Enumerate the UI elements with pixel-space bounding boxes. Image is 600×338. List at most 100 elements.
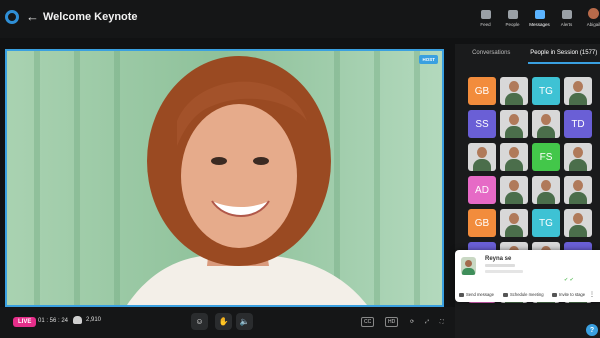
speaker-video xyxy=(7,51,442,305)
top-nav: Feed People Messages Alerts Abigail xyxy=(472,8,600,32)
nav-feed[interactable]: Feed xyxy=(472,8,499,32)
nav-alerts[interactable]: Alerts xyxy=(553,8,580,32)
avatar-body xyxy=(569,192,587,204)
page-title: Welcome Keynote xyxy=(43,11,138,23)
invite-to-stage-button[interactable]: Invite to stage xyxy=(552,292,585,297)
status-check-icons: ✔ ✔ xyxy=(564,277,574,283)
tab-conversations[interactable]: Conversations xyxy=(455,44,528,64)
attendee-initials-tile[interactable]: TG xyxy=(532,209,560,237)
avatar-head xyxy=(509,180,519,191)
attendee-photo-tile[interactable] xyxy=(564,209,592,237)
more-options-icon[interactable]: ⋮ xyxy=(589,291,595,298)
top-bar: ← Welcome Keynote Feed People Messages Aler… xyxy=(0,0,600,38)
attendee-card: Reyna se ✔ ✔ Send message Schedule meeti… xyxy=(455,250,600,302)
attendee-avatar xyxy=(461,257,476,275)
bottom-bar: LIVE 01 : 56 : 24 2,910 ☺ ✋ 🔈 CC HD ⟳ ⤢ … xyxy=(0,307,455,338)
schedule-meeting-label: Schedule meeting xyxy=(510,292,544,297)
video-stage[interactable]: HOST xyxy=(5,49,444,307)
attendee-photo-tile[interactable] xyxy=(500,209,528,237)
feed-icon xyxy=(480,10,491,19)
nav-label: Alerts xyxy=(560,22,573,27)
attendee-initials-tile[interactable]: AD xyxy=(468,176,496,204)
people-icon xyxy=(73,316,82,324)
attendee-photo-tile[interactable] xyxy=(532,176,560,204)
invite-to-stage-label: Invite to stage xyxy=(559,292,586,297)
avatar-icon xyxy=(588,8,599,19)
avatar-body xyxy=(505,93,523,105)
attendee-initials-tile[interactable]: GB xyxy=(468,77,496,105)
avatar-head xyxy=(477,147,487,158)
avatar-body xyxy=(505,192,523,204)
stage-icon xyxy=(552,292,557,297)
avatar-head xyxy=(573,213,583,224)
messages-icon xyxy=(534,10,545,19)
attendee-photo-tile[interactable] xyxy=(468,143,496,171)
avatar-body xyxy=(569,159,587,171)
nav-label: Feed xyxy=(480,22,491,27)
host-badge: HOST xyxy=(419,55,438,64)
card-actions: Send message Schedule meeting Invite to … xyxy=(455,291,600,301)
avatar-body xyxy=(505,225,523,237)
avatar-body xyxy=(473,159,491,171)
calendar-icon xyxy=(503,292,508,297)
people-icon xyxy=(507,10,518,19)
attendee-photo-tile[interactable] xyxy=(500,143,528,171)
back-arrow-icon[interactable]: ← xyxy=(26,9,39,25)
message-icon xyxy=(459,292,464,297)
panel-tabs: Conversations People in Session (1577) xyxy=(455,44,600,64)
avatar-body xyxy=(505,126,523,138)
send-message-label: Send message xyxy=(466,292,494,297)
send-message-button[interactable]: Send message xyxy=(459,292,494,297)
attendee-name: Reyna se xyxy=(485,256,512,262)
attendee-initials-tile[interactable]: FS xyxy=(532,143,560,171)
avatar-body xyxy=(569,93,587,105)
avatar-body xyxy=(537,126,555,138)
nav-abigail[interactable]: Abigail xyxy=(580,8,600,32)
nav-label: People xyxy=(505,22,520,27)
attendee-company-placeholder xyxy=(485,270,523,273)
schedule-meeting-button[interactable]: Schedule meeting xyxy=(503,292,544,297)
live-badge: LIVE xyxy=(13,317,37,327)
avatar-head xyxy=(573,180,583,191)
attendee-photo-tile[interactable] xyxy=(564,143,592,171)
session-timer: 01 : 56 : 24 xyxy=(38,318,69,324)
avatar-head xyxy=(509,114,519,125)
nav-label: Messages xyxy=(529,22,550,27)
viewer-count-value: 2,910 xyxy=(86,317,102,323)
refresh-icon[interactable]: ⟳ xyxy=(410,317,414,327)
avatar-head xyxy=(509,213,519,224)
attendee-photo-tile[interactable] xyxy=(500,176,528,204)
attendee-photo-tile[interactable] xyxy=(564,176,592,204)
attendee-initials-tile[interactable]: SS xyxy=(468,110,496,138)
emoji-reaction-button[interactable]: ☺ xyxy=(191,313,208,330)
viewer-count: 2,910 xyxy=(73,316,101,324)
attendee-initials-tile[interactable]: GB xyxy=(468,209,496,237)
attendee-initials-tile[interactable]: TG xyxy=(532,77,560,105)
avatar-head xyxy=(573,81,583,92)
captions-button[interactable]: CC xyxy=(361,317,375,327)
nav-messages[interactable]: Messages xyxy=(526,8,553,32)
attendee-photo-tile[interactable] xyxy=(532,110,560,138)
attendee-photo-tile[interactable] xyxy=(500,77,528,105)
attendee-initials-tile[interactable]: TD xyxy=(564,110,592,138)
attendee-photo-tile[interactable] xyxy=(500,110,528,138)
avatar-head xyxy=(541,180,551,191)
nav-people[interactable]: People xyxy=(499,8,526,32)
raise-hand-button[interactable]: ✋ xyxy=(215,313,232,330)
avatar-body xyxy=(537,192,555,204)
avatar-head xyxy=(541,114,551,125)
help-button[interactable]: ? xyxy=(586,324,598,336)
nav-label: Abigail xyxy=(586,22,600,27)
volume-button[interactable]: 🔈 xyxy=(236,313,253,330)
avatar-head xyxy=(509,147,519,158)
avatar-body xyxy=(569,225,587,237)
avatar-head xyxy=(573,147,583,158)
attendee-photo-tile[interactable] xyxy=(564,77,592,105)
app-logo xyxy=(5,10,19,24)
tab-people-in-session[interactable]: People in Session (1577) xyxy=(527,44,600,64)
avatar-head xyxy=(509,81,519,92)
bell-icon xyxy=(561,10,572,19)
fullscreen-icon[interactable]: ⛶ xyxy=(440,317,444,327)
quality-button[interactable]: HD xyxy=(385,317,399,327)
popout-icon[interactable]: ⤢ xyxy=(425,317,429,327)
